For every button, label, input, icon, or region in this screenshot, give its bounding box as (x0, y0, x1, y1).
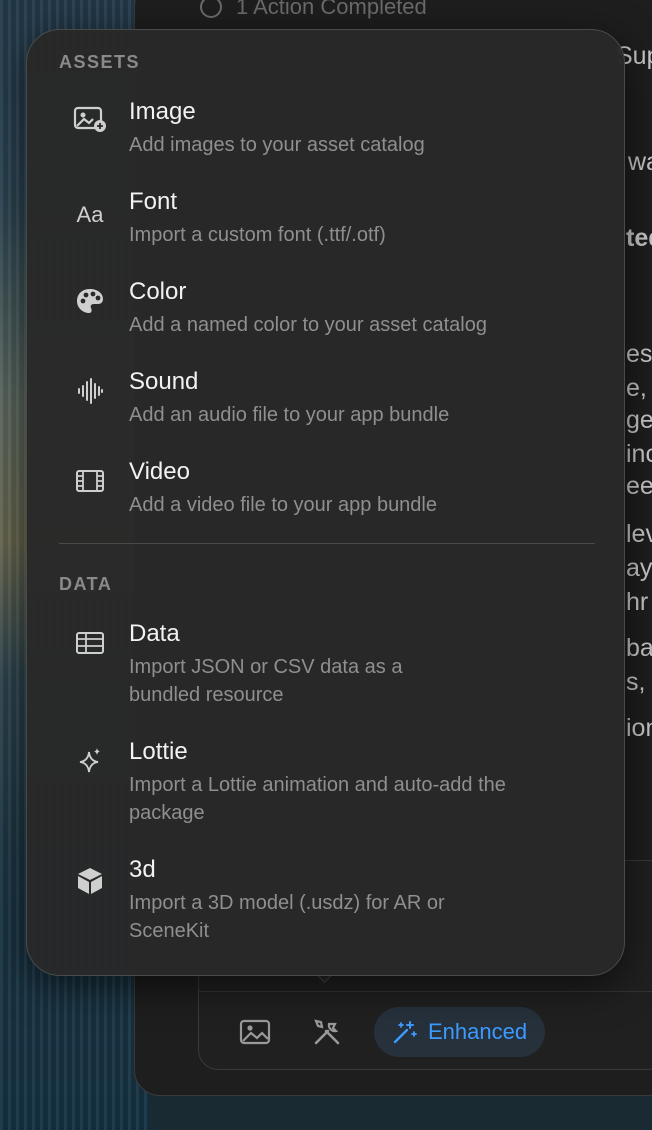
composer-divider (199, 991, 652, 992)
background-text: hr (626, 588, 649, 616)
background-text: ay (626, 554, 652, 582)
menu-item-title: Sound (129, 368, 199, 395)
background-text: ee (626, 472, 652, 500)
table-icon (73, 626, 107, 660)
font-icon-glyph: Aa (76, 202, 104, 227)
menu-item-description: Import a custom font (.ttf/.otf) (129, 224, 386, 246)
font-icon: Aa (73, 198, 107, 232)
section-title-assets: ASSETS (59, 52, 141, 72)
cube-icon (73, 864, 107, 898)
background-text: ion (626, 714, 652, 742)
add-resource-popover: ASSETS Image Add images to your asset ca… (26, 29, 625, 976)
menu-item-sound[interactable]: Sound Add an audio file to your app bund… (59, 368, 599, 428)
enhanced-button[interactable]: Enhanced (374, 1007, 546, 1057)
menu-item-title: Video (129, 458, 190, 485)
background-text: es (626, 340, 652, 368)
image-icon (239, 1019, 271, 1045)
menu-item-title: Font (129, 188, 178, 215)
menu-item-description: Import a 3D model (.usdz) for AR or Scen… (129, 892, 445, 942)
background-text: inc (626, 440, 652, 468)
menu-item-title: Lottie (129, 738, 188, 765)
menu-item-lottie[interactable]: Lottie Import a Lottie animation and aut… (59, 738, 599, 828)
background-text: wa (628, 148, 652, 176)
waveform-icon (73, 374, 107, 408)
menu-item-description: Import JSON or CSV data as a bundled res… (129, 656, 403, 706)
action-status: 1 Action Completed (200, 0, 427, 20)
image-add-icon (73, 102, 107, 136)
menu-item-image[interactable]: Image Add images to your asset catalog (59, 98, 599, 158)
tools-icon (314, 1019, 340, 1045)
menu-item-title: Image (129, 98, 196, 125)
menu-item-description: Add a video file to your app bundle (129, 494, 437, 516)
background-text: ge (626, 406, 652, 434)
background-text: s, a (626, 668, 652, 696)
menu-item-3d[interactable]: 3d Import a 3D model (.usdz) for AR or S… (59, 856, 599, 946)
menu-item-title: Color (129, 278, 187, 305)
section-title-data: DATA (59, 574, 113, 594)
menu-item-description: Add images to your asset catalog (129, 134, 425, 156)
film-icon (73, 464, 107, 498)
palette-icon (73, 284, 107, 318)
menu-item-video[interactable]: Video Add a video file to your app bundl… (59, 458, 599, 518)
tools-button[interactable] (302, 1007, 352, 1057)
menu-item-font[interactable]: Aa Font Import a custom font (.ttf/.otf) (59, 188, 599, 248)
menu-item-title: 3d (129, 856, 156, 883)
menu-item-data[interactable]: Data Import JSON or CSV data as a bundle… (59, 620, 599, 710)
background-text: e, (626, 374, 647, 402)
section-divider (59, 543, 595, 544)
composer-toolbar: Enhanced (230, 1005, 546, 1059)
enhanced-label: Enhanced (428, 1019, 528, 1044)
menu-item-description: Add an audio file to your app bundle (129, 404, 450, 426)
background-text: ted (626, 224, 652, 252)
menu-item-title: Data (129, 620, 180, 647)
magic-wand-icon (393, 1021, 417, 1044)
menu-item-description: Import a Lottie animation and auto-add t… (129, 774, 506, 824)
menu-item-color[interactable]: Color Add a named color to your asset ca… (59, 278, 599, 338)
gear-icon (200, 0, 222, 18)
sparkles-icon (73, 744, 107, 778)
background-text: lev (626, 520, 652, 548)
background-text: ba (626, 634, 652, 662)
attach-image-button[interactable] (230, 1007, 280, 1057)
action-status-text: 1 Action Completed (236, 0, 427, 19)
menu-item-description: Add a named color to your asset catalog (129, 314, 487, 336)
